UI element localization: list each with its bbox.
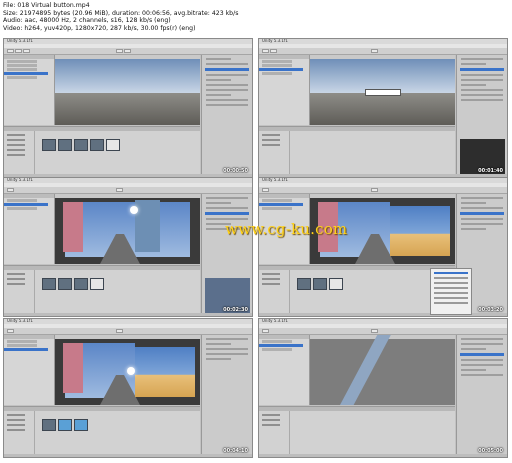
scene-view[interactable] — [310, 55, 455, 125]
window-title: Unity 5.3.1f1 — [262, 177, 288, 182]
inspector-panel — [201, 335, 252, 457]
file-name: File: 018 Virtual button.mp4 — [3, 2, 90, 9]
frame-timestamp: 00:04:10 — [223, 448, 248, 454]
project-panel — [4, 126, 200, 177]
scene-view[interactable] — [55, 335, 200, 405]
scene-view[interactable] — [55, 55, 200, 125]
toolbar — [4, 48, 252, 55]
window-title: Unity 5.3.1f1 — [262, 318, 288, 323]
window-title: Unity 5.3.1f1 — [7, 318, 33, 323]
video-frame-1: Unity 5.3.1f1 FileEditAssetsGameObjectCo… — [3, 38, 253, 178]
asset-thumbnail[interactable] — [90, 139, 104, 151]
asset-thumbnail[interactable] — [58, 139, 72, 151]
frame-timestamp: 00:00:50 — [223, 168, 248, 174]
hierarchy-panel — [4, 194, 55, 264]
move-tool-button[interactable] — [15, 49, 22, 53]
unity-asset-icon[interactable] — [106, 139, 120, 151]
pause-button[interactable] — [124, 49, 131, 53]
cube-asset-icon[interactable] — [74, 419, 88, 431]
watermark-text: www.cg-ku.com — [225, 220, 348, 238]
hierarchy-panel — [4, 335, 55, 405]
frame-timestamp: 00:05:00 — [478, 448, 503, 454]
project-panel — [259, 126, 455, 177]
hierarchy-panel — [259, 335, 310, 405]
context-menu[interactable] — [430, 268, 472, 315]
file-info-header: File: 018 Virtual button.mp4 Size: 21974… — [3, 2, 303, 32]
file-size: Size: 21974895 bytes (20.96 MiB), durati… — [3, 9, 239, 17]
asset-thumbnail[interactable] — [42, 139, 56, 151]
window-title: Unity 5.3.1f1 — [262, 38, 288, 43]
video-info: Video: h264, yuv420p, 1280x720, 287 kb/s… — [3, 24, 196, 32]
hierarchy-panel — [259, 55, 310, 125]
inspector-panel — [201, 55, 252, 177]
cube-asset-icon[interactable] — [58, 419, 72, 431]
video-frame-3: Unity 5.3.1f1 FileEdit 00:02:30 — [3, 177, 253, 317]
asset-thumbnail[interactable] — [74, 139, 88, 151]
window-title: Unity 5.3.1f1 — [7, 38, 33, 43]
frame-timestamp: 00:01:40 — [478, 168, 503, 174]
angled-quad — [340, 335, 422, 405]
project-panel — [259, 265, 455, 316]
sun-icon — [127, 367, 135, 375]
virtual-button-object[interactable] — [365, 89, 401, 96]
hierarchy-panel — [4, 55, 55, 125]
frame-timestamp: 00:02:30 — [223, 307, 248, 313]
inspector-panel — [456, 335, 507, 457]
scene-view[interactable] — [310, 335, 455, 405]
frame-timestamp: 00:03:20 — [478, 307, 503, 313]
audio-info: Audio: aac, 48000 Hz, 2 channels, s16, 1… — [3, 17, 171, 25]
project-panel — [4, 406, 200, 457]
window-title: Unity 5.3.1f1 — [7, 177, 33, 182]
hand-tool-button[interactable] — [7, 49, 14, 53]
project-panel — [259, 406, 455, 457]
video-frame-6: Unity 5.3.1f1 FileEdit 00:05:00 — [258, 318, 508, 458]
rotate-tool-button[interactable] — [23, 49, 30, 53]
sun-icon — [130, 206, 138, 214]
play-button[interactable] — [116, 49, 123, 53]
scene-view[interactable] — [55, 194, 200, 264]
project-panel — [4, 265, 200, 316]
video-frame-2: Unity 5.3.1f1 FileEditAssets 00:01:40 — [258, 38, 508, 178]
video-frame-5: Unity 5.3.1f1 FileEdit 00:04:10 — [3, 318, 253, 458]
